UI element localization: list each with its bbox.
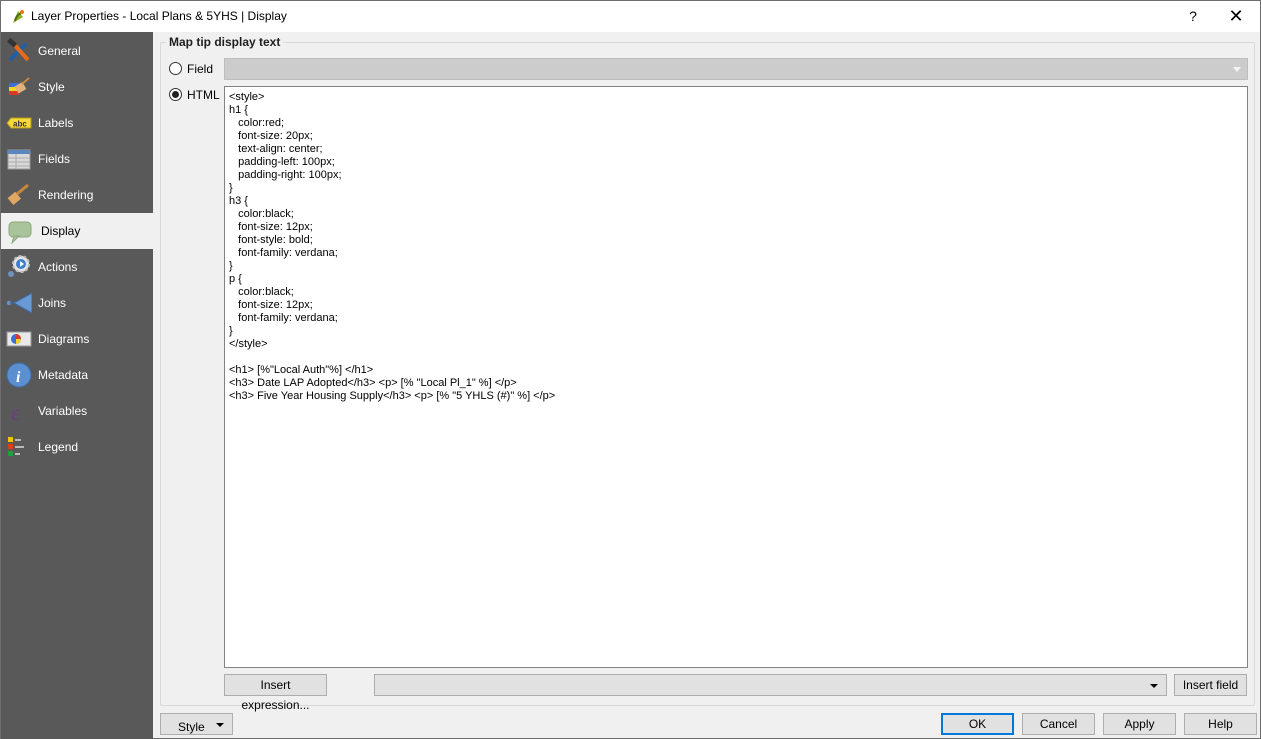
apply-button[interactable]: Apply bbox=[1103, 713, 1176, 735]
chevron-down-icon bbox=[1233, 67, 1241, 72]
code-line: <h1> [%"Local Auth"%] </h1> bbox=[229, 364, 374, 376]
insert-expression-button[interactable]: Insert expression... bbox=[224, 674, 327, 712]
sidebar-item-variables[interactable]: ε Variables bbox=[1, 393, 153, 429]
code-line: } bbox=[229, 260, 233, 272]
sidebar-item-label: Variables bbox=[38, 404, 88, 418]
sidebar-item-label: Diagrams bbox=[38, 332, 90, 346]
svg-text:i: i bbox=[16, 369, 21, 386]
sidebar-item-style[interactable]: Style bbox=[1, 69, 153, 105]
pie-chart-icon bbox=[6, 331, 32, 347]
code-line: color:black; bbox=[229, 286, 294, 298]
sidebar-item-label: Joins bbox=[38, 296, 67, 310]
code-line: font-size: 12px; bbox=[229, 299, 313, 311]
field-radio[interactable] bbox=[169, 62, 182, 75]
chevron-down-icon bbox=[216, 723, 224, 727]
sidebar-item-label: Rendering bbox=[38, 188, 94, 202]
html-editor[interactable]: <style> h1 { color:red; font-size: 20px; … bbox=[224, 86, 1248, 668]
join-arrow-icon bbox=[7, 292, 32, 314]
qgis-logo-icon bbox=[13, 10, 24, 23]
code-line: font-family: verdana; bbox=[229, 247, 338, 259]
code-line: <h3> Date LAP Adopted</h3> <p> [% "Local… bbox=[229, 377, 517, 389]
style-menu-button[interactable]: Style bbox=[160, 713, 233, 735]
svg-text:ε: ε bbox=[11, 400, 20, 424]
sidebar-item-label: Actions bbox=[38, 260, 78, 274]
code-line: font-size: 12px; bbox=[229, 221, 313, 233]
sidebar-item-labels[interactable]: abc Labels bbox=[1, 105, 153, 141]
code-line: padding-left: 100px; bbox=[229, 156, 335, 168]
code-line: h3 { bbox=[229, 195, 248, 207]
sidebar-item-label: General bbox=[38, 44, 81, 58]
html-radio[interactable] bbox=[169, 88, 182, 101]
sidebar-item-joins[interactable]: Joins bbox=[1, 285, 153, 321]
legend-icon bbox=[8, 437, 24, 456]
code-line: p { bbox=[229, 273, 242, 285]
code-line: text-align: center; bbox=[229, 143, 323, 155]
sidebar-item-label: Style bbox=[38, 80, 65, 94]
sidebar-item-diagrams[interactable]: Diagrams bbox=[1, 321, 153, 357]
svg-text:abc: abc bbox=[13, 120, 27, 129]
code-line: font-style: bold; bbox=[229, 234, 313, 246]
paintbrush-icon bbox=[9, 77, 30, 95]
code-line: h1 { bbox=[229, 104, 248, 116]
code-line: } bbox=[229, 182, 233, 194]
html-radio-label: HTML bbox=[187, 88, 220, 102]
close-icon[interactable]: ✕ bbox=[1223, 5, 1249, 27]
window-title: Layer Properties - Local Plans & 5YHS | … bbox=[31, 9, 287, 23]
group-title: Map tip display text bbox=[166, 35, 284, 49]
sidebar-item-label: Display bbox=[41, 224, 81, 238]
sidebar-item-metadata[interactable]: i Metadata bbox=[1, 357, 153, 393]
sidebar-item-general[interactable]: General bbox=[1, 33, 153, 69]
code-line: font-family: verdana; bbox=[229, 312, 338, 324]
insert-field-button[interactable]: Insert field bbox=[1174, 674, 1247, 696]
gear-play-icon bbox=[8, 255, 30, 277]
sidebar-item-actions[interactable]: Actions bbox=[1, 249, 153, 285]
code-line: color:red; bbox=[229, 117, 285, 129]
code-line: font-size: 20px; bbox=[229, 130, 313, 142]
info-icon: i bbox=[6, 362, 32, 388]
sidebar-item-fields[interactable]: Fields bbox=[1, 141, 153, 177]
field-radio-label: Field bbox=[187, 62, 214, 76]
layer-properties-dialog: Layer Properties - Local Plans & 5YHS | … bbox=[0, 0, 1261, 739]
code-line: color:black; bbox=[229, 208, 294, 220]
sidebar-item-label: Labels bbox=[38, 116, 74, 130]
brush-icon bbox=[7, 183, 29, 206]
sidebar-item-label: Legend bbox=[38, 440, 79, 454]
code-line: <h3> Five Year Housing Supply</h3> <p> [… bbox=[229, 390, 556, 402]
sidebar-item-label: Metadata bbox=[38, 368, 89, 382]
field-select[interactable] bbox=[224, 58, 1248, 80]
sidebar-item-rendering[interactable]: Rendering bbox=[1, 177, 153, 213]
abc-label-icon: abc bbox=[6, 117, 32, 129]
title-bar: Layer Properties - Local Plans & 5YHS | … bbox=[1, 1, 1260, 32]
style-button-label: Style bbox=[178, 720, 205, 734]
sidebar-item-legend[interactable]: Legend bbox=[1, 429, 153, 465]
help-button[interactable]: Help bbox=[1184, 713, 1257, 735]
ok-button[interactable]: OK bbox=[941, 713, 1014, 735]
cancel-button[interactable]: Cancel bbox=[1022, 713, 1095, 735]
sidebar: General Style abc Labels Fields Renderin… bbox=[1, 32, 153, 739]
code-line: <style> bbox=[229, 91, 265, 103]
code-line: padding-right: 100px; bbox=[229, 169, 342, 181]
tools-icon bbox=[7, 38, 30, 62]
code-line: } bbox=[229, 325, 233, 337]
sidebar-item-label: Fields bbox=[38, 152, 71, 166]
chevron-down-icon bbox=[1150, 684, 1158, 688]
field-insert-select[interactable] bbox=[374, 674, 1167, 696]
table-icon bbox=[7, 149, 31, 170]
epsilon-icon: ε bbox=[11, 400, 20, 424]
speech-bubble-icon bbox=[8, 221, 32, 244]
sidebar-item-display[interactable]: Display bbox=[1, 213, 153, 249]
code-line: </style> bbox=[229, 338, 268, 350]
help-icon[interactable]: ? bbox=[1181, 5, 1205, 27]
